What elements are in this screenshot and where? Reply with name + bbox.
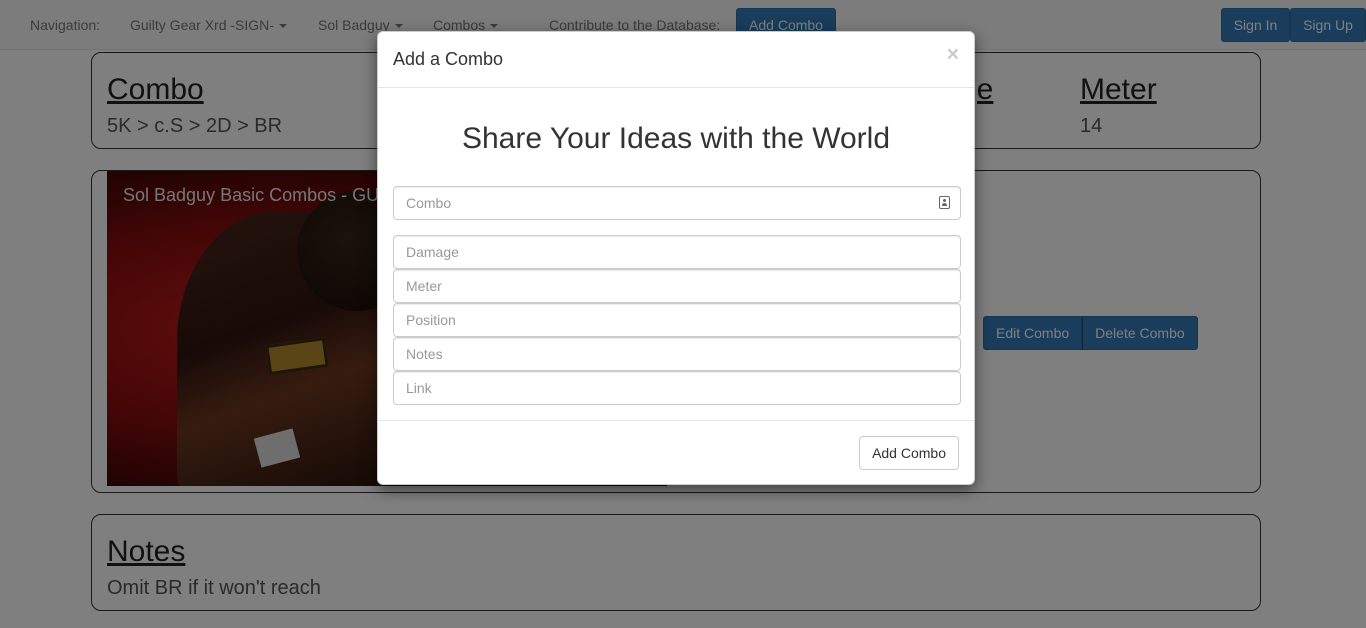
modal-title: Add a Combo xyxy=(393,49,504,69)
position-input[interactable] xyxy=(393,303,961,337)
close-icon[interactable]: × xyxy=(947,44,959,65)
submit-add-combo-button[interactable]: Add Combo xyxy=(859,436,959,470)
notes-input[interactable] xyxy=(393,337,961,371)
damage-input[interactable] xyxy=(393,235,961,269)
modal-heading: Share Your Ideas with the World xyxy=(461,122,891,155)
add-combo-modal: Add a Combo × Share Your Ideas with the … xyxy=(377,31,975,485)
link-input[interactable] xyxy=(393,371,961,405)
combo-input[interactable] xyxy=(393,186,961,220)
modal-footer-divider xyxy=(378,420,974,421)
combo-field-wrap xyxy=(378,186,974,220)
contact-card-icon[interactable] xyxy=(939,196,950,209)
meter-input[interactable] xyxy=(393,269,961,303)
modal-header: Add a Combo × xyxy=(378,32,974,88)
